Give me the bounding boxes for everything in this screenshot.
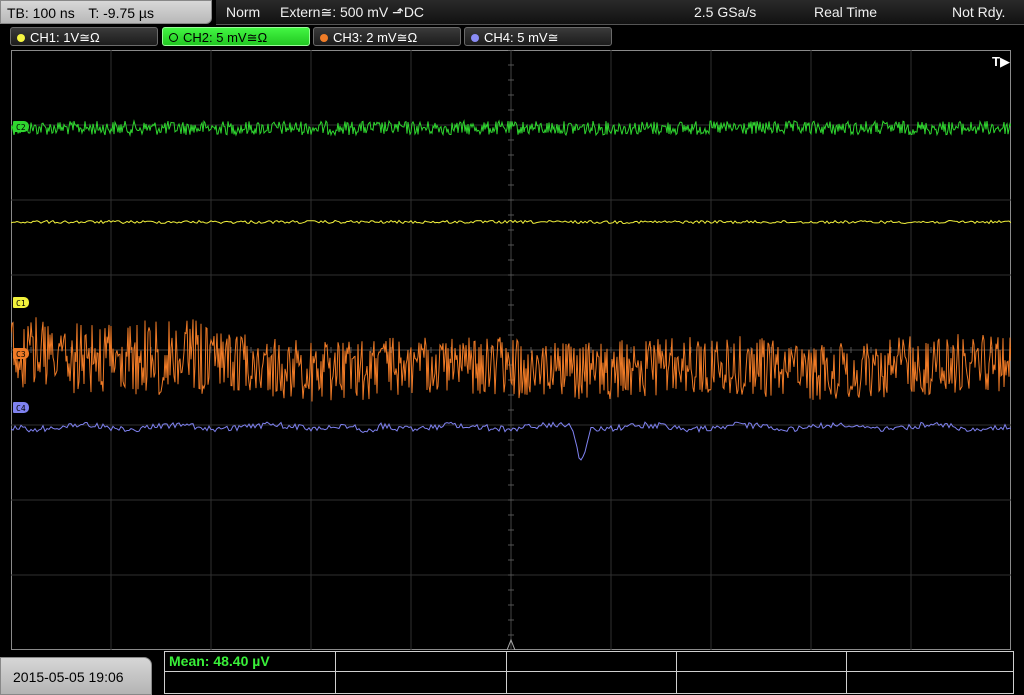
ch2-tab-label: CH2: 5 mV≅Ω	[183, 30, 268, 45]
ch1-dot-icon	[17, 33, 25, 42]
measurement-cell[interactable]	[336, 672, 507, 693]
channel-tabs: CH1: 1V≅Ω CH2: 5 mV≅Ω CH3: 2 mV≅Ω CH4: 5…	[0, 26, 1024, 48]
ch2-dot-icon	[169, 33, 178, 43]
measurement-cell[interactable]	[507, 672, 677, 693]
ch3-dot-icon	[320, 33, 328, 42]
tab-ch3[interactable]: CH3: 2 mV≅Ω	[313, 27, 461, 46]
sample-rate[interactable]: 2.5 GSa/s	[694, 0, 756, 24]
measurement-cell[interactable]	[165, 672, 336, 693]
date-time-display: 2015-05-05 19:06	[0, 657, 152, 695]
ch4-tab-label: CH4: 5 mV≅	[484, 30, 559, 45]
measurement-cell[interactable]	[847, 672, 1013, 693]
measurement-cell[interactable]	[336, 652, 507, 672]
trigger-position-marker: T▶	[992, 54, 1010, 69]
measurement-cell[interactable]	[677, 652, 847, 672]
tab-ch2[interactable]: CH2: 5 mV≅Ω	[162, 27, 310, 46]
ch1-tab-label: CH1: 1V≅Ω	[30, 30, 100, 45]
ch2-ground-label[interactable]: C2	[13, 121, 29, 132]
graticule	[11, 50, 1011, 650]
waveform-display[interactable]	[11, 50, 1011, 650]
oscilloscope-screen: TB: 100 ns T: -9.75 µs Norm Extern≅: 500…	[0, 0, 1024, 695]
acquisition-status: Not Rdy.	[952, 4, 1006, 20]
measurement-cell[interactable]	[507, 652, 677, 672]
trigger-status-strip: Norm Extern≅: 500 mV ⬏DC 2.5 GSa/s Real …	[216, 0, 1024, 25]
measurement-cell[interactable]	[847, 652, 1013, 672]
ch4-ground-label[interactable]: C4	[13, 402, 29, 413]
ch3-tab-label: CH3: 2 mV≅Ω	[333, 30, 418, 45]
acquisition-mode[interactable]: Real Time	[814, 0, 877, 24]
ch4-dot-icon	[471, 33, 479, 42]
measurement-table[interactable]: Mean: 48.40 µV	[164, 651, 1014, 694]
ch3-ground-label[interactable]: C3	[13, 348, 29, 359]
measurement-area: 2015-05-05 19:06 Mean: 48.40 µV	[0, 651, 1024, 695]
mean-measurement: Mean: 48.40 µV	[169, 653, 270, 669]
measurement-cell[interactable]: Mean: 48.40 µV	[165, 652, 336, 672]
trigger-time-value: T: -9.75 µs	[88, 5, 154, 21]
trigger-source[interactable]: Extern≅: 500 mV ⬏DC	[280, 0, 424, 24]
tab-ch4[interactable]: CH4: 5 mV≅	[464, 27, 612, 46]
timebase-box[interactable]: TB: 100 ns T: -9.75 µs	[0, 0, 212, 24]
ch1-ground-label[interactable]: C1	[13, 297, 29, 308]
measurement-cell[interactable]	[677, 672, 847, 693]
tab-ch1[interactable]: CH1: 1V≅Ω	[10, 27, 158, 46]
status-bar: TB: 100 ns T: -9.75 µs Norm Extern≅: 500…	[0, 0, 1024, 26]
trigger-mode[interactable]: Norm	[226, 0, 260, 24]
timebase-value: TB: 100 ns	[7, 5, 75, 21]
